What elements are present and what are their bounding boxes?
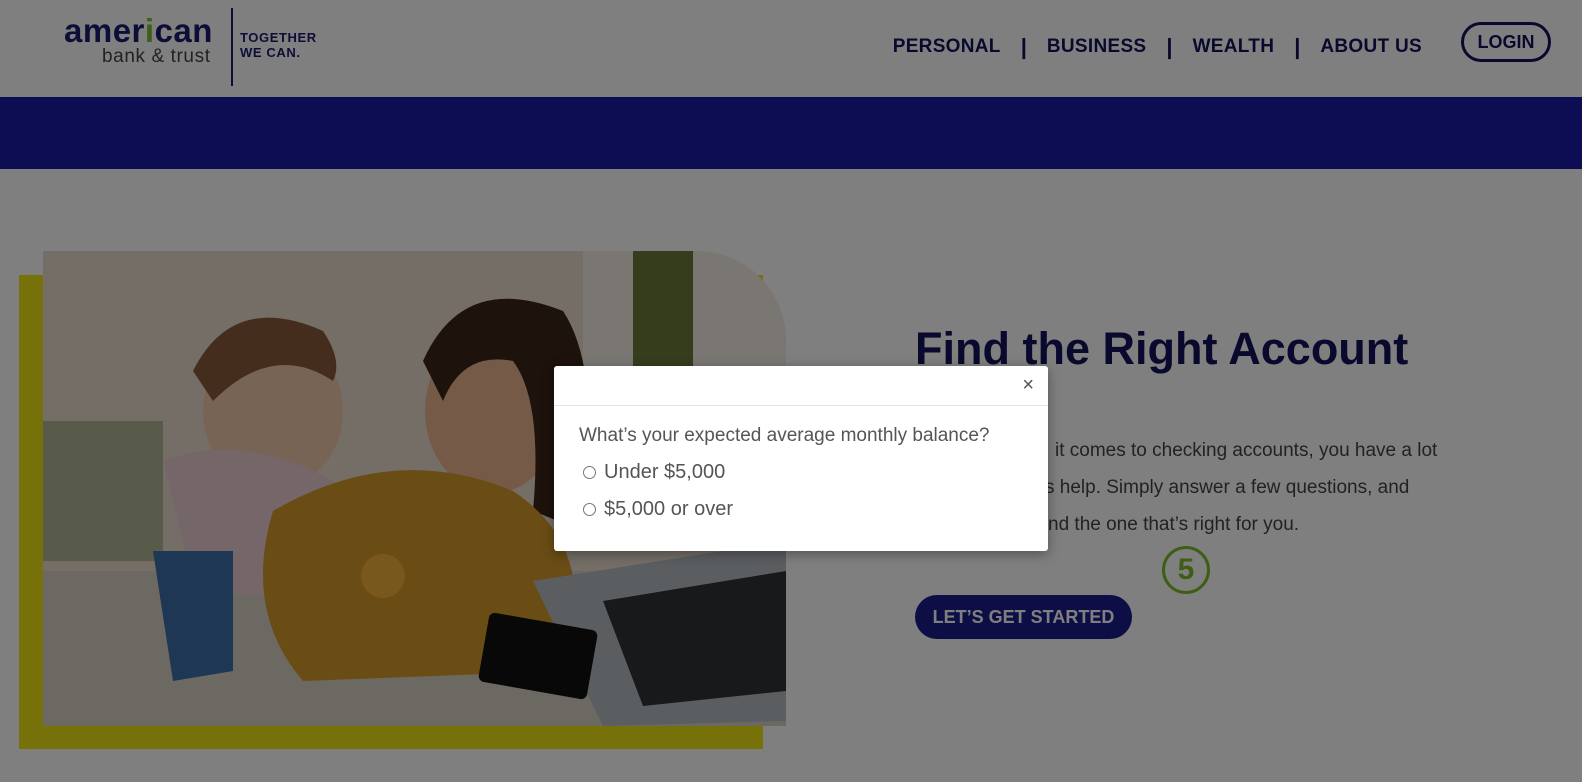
option-under-5000[interactable]: Under $5,000 [583, 461, 725, 484]
close-icon[interactable]: × [1022, 374, 1034, 397]
radio-button[interactable] [583, 503, 596, 516]
radio-button[interactable] [583, 466, 596, 479]
option-label: Under $5,000 [604, 461, 726, 483]
modal-question: What’s your expected average monthly bal… [579, 425, 990, 446]
option-5000-or-over[interactable]: $5,000 or over [583, 498, 733, 521]
modal-header: × [554, 366, 1048, 406]
balance-question-modal: × What’s your expected average monthly b… [554, 366, 1048, 551]
option-label: $5,000 or over [604, 498, 733, 520]
